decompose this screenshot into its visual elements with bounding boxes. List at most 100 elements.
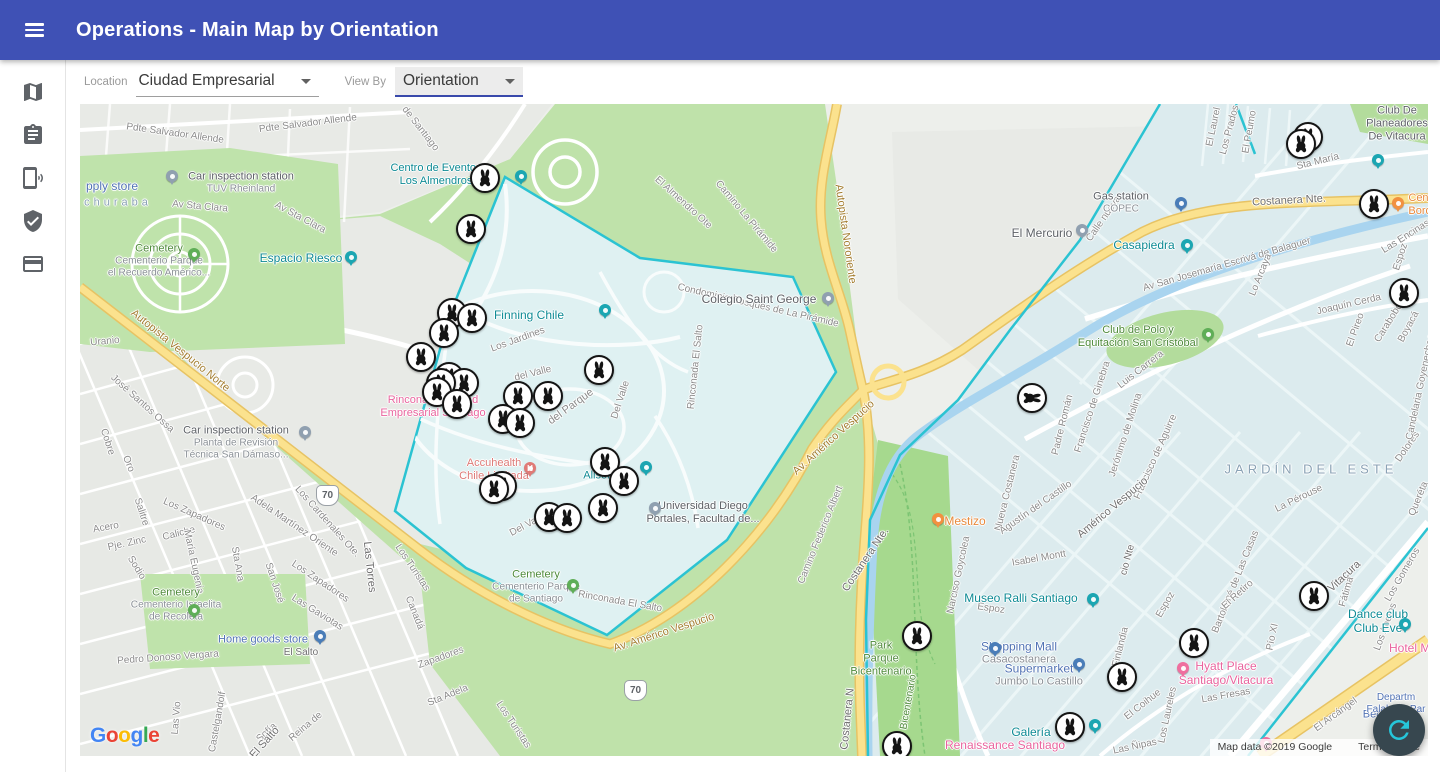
poi-pin-icon: [314, 630, 326, 642]
phonelink-ring-icon: [21, 166, 45, 190]
scooter-marker[interactable]: [882, 731, 912, 756]
scooter-marker[interactable]: [1107, 662, 1137, 692]
scooter-marker[interactable]: [584, 355, 614, 385]
view-by-value: Orientation: [403, 72, 479, 90]
location-label: Location: [84, 76, 127, 88]
view-by-select[interactable]: Orientation: [395, 67, 523, 97]
map-data-text: Map data ©2019 Google: [1218, 741, 1333, 753]
scooter-marker[interactable]: [429, 318, 459, 348]
scooter-marker[interactable]: [1179, 628, 1209, 658]
scooter-marker[interactable]: [406, 342, 436, 372]
menu-icon[interactable]: [12, 8, 56, 52]
rabbit-icon: [614, 471, 634, 491]
route-shield: 70: [624, 680, 647, 701]
poi-pin-icon: [1177, 662, 1189, 674]
map-label: Las Torres: [360, 541, 378, 593]
scooter-marker[interactable]: [552, 503, 582, 533]
map-label: Av Sta Clara: [172, 199, 229, 216]
scooter-marker[interactable]: [1055, 712, 1085, 742]
poi-pin-icon: [649, 502, 661, 514]
map-label: Los Gomeros: [1383, 546, 1423, 604]
rabbit-icon: [589, 360, 609, 380]
refresh-icon: [1384, 715, 1414, 745]
chevron-down-icon: [301, 79, 311, 84]
scooter-marker[interactable]: [1359, 189, 1389, 219]
scooter-marker[interactable]: [456, 214, 486, 244]
map-label: Isabel Montt: [1011, 548, 1067, 569]
map-label: Cobre: [97, 427, 117, 457]
location-select[interactable]: Ciudad Empresarial: [136, 67, 318, 97]
sidebar-item-payment[interactable]: [11, 242, 55, 285]
map-label: Home goods store: [218, 634, 308, 647]
map-label: Joaquín Cerda: [1316, 292, 1383, 318]
scooter-marker[interactable]: [1017, 383, 1047, 413]
rabbit-icon: [887, 736, 907, 756]
scooter-marker[interactable]: [1286, 129, 1316, 159]
map-label: Castelgandolf: [207, 691, 229, 753]
map-label: Renaissance Santiago: [945, 738, 1065, 752]
scooter-marker[interactable]: [457, 303, 487, 333]
poi-pin-icon: [599, 304, 611, 316]
scooter-marker[interactable]: [902, 621, 932, 651]
refresh-button[interactable]: [1373, 704, 1425, 756]
map-label: Espoz: [1154, 590, 1178, 620]
rabbit-icon: [1022, 388, 1042, 408]
rabbit-icon: [1304, 586, 1324, 606]
map-label: Bartolomé de Las Casas: [1210, 529, 1262, 635]
map-label: CemeteryCementerio Israelitade Recoleta: [131, 587, 221, 624]
scooter-marker[interactable]: [479, 474, 509, 504]
map-label: Las Vio: [170, 701, 185, 735]
app-header: Operations - Main Map by Orientation: [0, 0, 1440, 60]
map-label: Av. Américo Vespucio: [791, 398, 878, 478]
rabbit-icon: [462, 308, 482, 328]
sidebar-item-verified-user[interactable]: [11, 199, 55, 242]
map-label: Club de Polo yEquitación San Cristóbal: [1078, 324, 1198, 350]
map-label: Autopista Nororiente: [832, 183, 859, 284]
map-label: Camino Federico Albert: [796, 484, 846, 585]
map-label: Reina de: [287, 710, 325, 745]
map-label: Zapadores: [417, 644, 466, 671]
scooter-marker[interactable]: [1299, 581, 1329, 611]
map-label: El Arcángel: [1312, 695, 1360, 734]
map-label: Luis Carrera: [1116, 348, 1167, 391]
map-viewport[interactable]: Pdte Salvador AllendePdte Salvador Allen…: [80, 104, 1428, 756]
poi-pin-icon: [567, 579, 579, 591]
sidebar-item-phonelink-ring[interactable]: [11, 156, 55, 199]
poi-pin-icon: [1087, 593, 1099, 605]
sidebar-item-map[interactable]: [11, 70, 55, 113]
rabbit-icon: [1112, 667, 1132, 687]
rabbit-icon: [595, 452, 615, 472]
map-label: José Santos Ossa: [108, 372, 176, 435]
map-label: Los Turistas: [392, 542, 432, 593]
map-label: Av. Américo Vespucio: [612, 611, 716, 656]
map-label: Pío XI: [1264, 622, 1281, 651]
scooter-marker[interactable]: [609, 466, 639, 496]
map-label: El Pireo: [1344, 312, 1367, 349]
rabbit-icon: [461, 219, 481, 239]
map-label: cio Nte: [1118, 543, 1137, 576]
scooter-marker[interactable]: [470, 163, 500, 193]
sidebar-item-assignment[interactable]: [11, 113, 55, 156]
map-label: Jerónimo de Molina: [1107, 392, 1145, 479]
rabbit-icon: [484, 479, 504, 499]
map-label: Club DePlaneadoresDe Vitacura: [1366, 105, 1428, 144]
sidebar: [0, 60, 66, 772]
poi-pin-icon: [1392, 197, 1404, 209]
map-label: El Peumo: [1240, 110, 1259, 155]
map-label: María Eugenia: [180, 529, 205, 595]
map-label: Pdte Salvador Allende: [125, 121, 224, 146]
poi-pin-icon: [822, 292, 834, 304]
poi-pin-icon: [1202, 328, 1214, 340]
scooter-marker[interactable]: [442, 389, 472, 419]
map-label: Sodio: [124, 554, 148, 582]
scooter-marker[interactable]: [588, 493, 618, 523]
map-icon: [21, 80, 45, 104]
google-logo[interactable]: Google: [90, 724, 159, 748]
map-label: La Pérouse: [1273, 482, 1324, 515]
map-label: Autopista Vespucio Norte: [128, 307, 232, 395]
scooter-marker[interactable]: [533, 381, 563, 411]
scooter-marker[interactable]: [505, 408, 535, 438]
map-label: Salitre: [131, 497, 151, 528]
scooter-marker[interactable]: [1389, 278, 1419, 308]
rabbit-icon: [593, 498, 613, 518]
